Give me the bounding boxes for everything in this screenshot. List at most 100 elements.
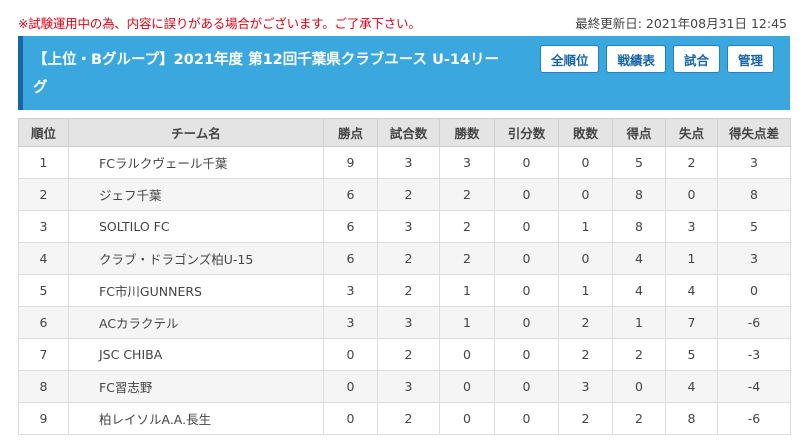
losses-cell: 0 [558, 242, 613, 275]
last-updated: 最終更新日: 2021年08月31日 12:45 [575, 16, 787, 31]
played-cell: 3 [377, 210, 440, 243]
played-cell: 2 [377, 402, 440, 435]
rank-cell: 7 [18, 338, 69, 371]
goals-against-cell: 8 [665, 402, 718, 435]
table-row: 3 SOLTILO FC 6 3 2 0 1 8 3 5 [18, 210, 791, 243]
points-cell: 0 [323, 402, 378, 435]
col-played[interactable]: 試合数 [377, 118, 440, 147]
goals-for-cell: 0 [612, 370, 666, 403]
rank-cell: 3 [18, 210, 69, 243]
points-cell: 0 [323, 338, 378, 371]
losses-cell: 2 [558, 402, 613, 435]
wins-cell: 2 [439, 210, 495, 243]
rank-cell: 6 [18, 306, 69, 339]
draws-cell: 0 [494, 402, 559, 435]
points-cell: 9 [323, 146, 378, 179]
col-goals-for[interactable]: 得点 [612, 118, 666, 147]
goal-diff-cell: -6 [717, 306, 791, 339]
table-row: 5 FC市川GUNNERS 3 2 1 0 1 4 4 0 [18, 274, 791, 307]
draws-cell: 0 [494, 146, 559, 179]
goals-against-cell: 5 [665, 338, 718, 371]
table-row: 9 柏レイソルA.A.長生 0 2 0 0 2 2 8 -6 [18, 402, 791, 435]
goal-diff-cell: 5 [717, 210, 791, 243]
col-losses[interactable]: 敗数 [558, 118, 613, 147]
team-name-cell[interactable]: SOLTILO FC [68, 210, 324, 243]
goals-for-cell: 8 [612, 178, 666, 211]
losses-cell: 2 [558, 338, 613, 371]
rank-cell: 4 [18, 242, 69, 275]
team-name-cell[interactable]: FCラルクヴェール千葉 [68, 146, 324, 179]
table-row: 8 FC習志野 0 3 0 0 3 0 4 -4 [18, 370, 791, 403]
draws-cell: 0 [494, 242, 559, 275]
table-row: 2 ジェフ千葉 6 2 2 0 0 8 0 8 [18, 178, 791, 211]
rank-cell: 8 [18, 370, 69, 403]
played-cell: 2 [377, 338, 440, 371]
team-name-cell[interactable]: FC習志野 [68, 370, 324, 403]
losses-cell: 3 [558, 370, 613, 403]
results-button[interactable]: 戦績表 [606, 45, 666, 73]
draws-cell: 0 [494, 370, 559, 403]
league-title: 【上位・Bグループ】2021年度 第12回千葉県クラブユース U-14リーグ [33, 52, 500, 96]
goals-for-cell: 4 [612, 274, 666, 307]
losses-cell: 0 [558, 178, 613, 211]
draws-cell: 0 [494, 306, 559, 339]
col-points[interactable]: 勝点 [323, 118, 378, 147]
played-cell: 3 [377, 306, 440, 339]
draws-cell: 0 [494, 178, 559, 211]
col-team[interactable]: チーム名 [68, 118, 324, 147]
goals-for-cell: 8 [612, 210, 666, 243]
draws-cell: 0 [494, 274, 559, 307]
header-buttons: 全順位 戦績表 試合 管理 [539, 45, 774, 73]
team-name-cell[interactable]: ジェフ千葉 [68, 178, 324, 211]
team-name-cell[interactable]: FC市川GUNNERS [68, 274, 324, 307]
wins-cell: 2 [439, 242, 495, 275]
wins-cell: 2 [439, 178, 495, 211]
standings-table: 順位 チーム名 勝点 試合数 勝数 引分数 敗数 得点 失点 得失点差 1 FC… [18, 118, 791, 435]
table-row: 4 クラブ・ドラゴンズ柏U-15 6 2 2 0 0 4 1 3 [18, 242, 791, 275]
col-goals-against[interactable]: 失点 [665, 118, 718, 147]
goal-diff-cell: 8 [717, 178, 791, 211]
disclaimer-notice: ※試験運用中の為、内容に誤りがある場合がございます。ご了承下さい。 [18, 16, 421, 31]
col-goal-diff[interactable]: 得失点差 [717, 118, 791, 147]
wins-cell: 1 [439, 306, 495, 339]
points-cell: 3 [323, 306, 378, 339]
matches-button[interactable]: 試合 [672, 45, 720, 73]
goals-against-cell: 7 [665, 306, 718, 339]
played-cell: 3 [377, 146, 440, 179]
played-cell: 3 [377, 370, 440, 403]
col-rank[interactable]: 順位 [18, 118, 69, 147]
all-rank-button[interactable]: 全順位 [539, 45, 600, 73]
table-row: 7 JSC CHIBA 0 2 0 0 2 2 5 -3 [18, 338, 791, 371]
losses-cell: 2 [558, 306, 613, 339]
goal-diff-cell: 3 [717, 242, 791, 275]
wins-cell: 0 [439, 402, 495, 435]
manage-button[interactable]: 管理 [726, 45, 774, 73]
played-cell: 2 [377, 274, 440, 307]
team-name-cell[interactable]: JSC CHIBA [68, 338, 324, 371]
points-cell: 6 [323, 178, 378, 211]
rank-cell: 2 [18, 178, 69, 211]
wins-cell: 0 [439, 338, 495, 371]
draws-cell: 0 [494, 338, 559, 371]
rank-cell: 1 [18, 146, 69, 179]
points-cell: 6 [323, 210, 378, 243]
col-draws[interactable]: 引分数 [494, 118, 559, 147]
goals-against-cell: 2 [665, 146, 718, 179]
goals-against-cell: 3 [665, 210, 718, 243]
losses-cell: 1 [558, 210, 613, 243]
wins-cell: 1 [439, 274, 495, 307]
draws-cell: 0 [494, 210, 559, 243]
col-wins[interactable]: 勝数 [439, 118, 495, 147]
rank-cell: 9 [18, 402, 69, 435]
wins-cell: 3 [439, 146, 495, 179]
rank-cell: 5 [18, 274, 69, 307]
team-name-cell[interactable]: 柏レイソルA.A.長生 [68, 402, 324, 435]
team-name-cell[interactable]: クラブ・ドラゴンズ柏U-15 [68, 242, 324, 275]
wins-cell: 0 [439, 370, 495, 403]
goal-diff-cell: -6 [717, 402, 791, 435]
table-header-row: 順位 チーム名 勝点 試合数 勝数 引分数 敗数 得点 失点 得失点差 [18, 118, 791, 147]
points-cell: 3 [323, 274, 378, 307]
team-name-cell[interactable]: ACカラクテル [68, 306, 324, 339]
goals-for-cell: 4 [612, 242, 666, 275]
standings-table-wrapper: 順位 チーム名 勝点 試合数 勝数 引分数 敗数 得点 失点 得失点差 1 FC… [18, 118, 791, 435]
